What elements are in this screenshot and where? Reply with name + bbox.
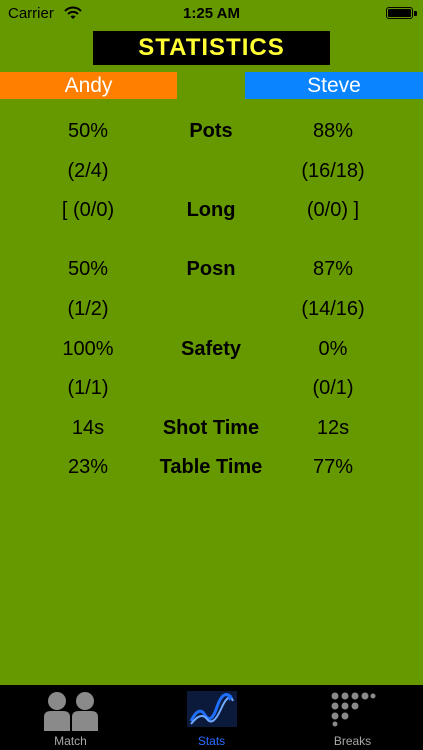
tab-match[interactable]: Match xyxy=(0,685,141,750)
stat-row-safety: 100% Safety 0% xyxy=(0,335,423,363)
stat-right-value: (0/0) ] xyxy=(306,199,360,221)
stat-right-value: 12s xyxy=(316,417,350,439)
stat-label: Posn xyxy=(186,258,236,280)
stat-right-value: 77% xyxy=(312,456,354,478)
tab-label: Match xyxy=(54,734,87,748)
stat-row-pots: 50% Pots 88% xyxy=(0,117,423,145)
stat-label: Shot Time xyxy=(162,417,260,439)
stat-right-value: (16/18) xyxy=(301,160,365,182)
status-time: 1:25 AM xyxy=(183,5,240,22)
stat-row-pots-count: (2/4) (16/18) xyxy=(0,157,423,185)
stat-left-value: 50% xyxy=(67,120,109,142)
tab-label: Breaks xyxy=(333,734,372,748)
stat-label: Pots xyxy=(189,120,233,142)
stat-row-long: [ (0/0) Long (0/0) ] xyxy=(0,196,423,224)
stat-label: Table Time xyxy=(159,456,263,478)
stat-row-posn: 50% Posn 87% xyxy=(0,255,423,283)
stat-left-value: 14s xyxy=(71,417,105,439)
grid-icon xyxy=(331,692,375,727)
chart-icon xyxy=(186,691,237,727)
tab-breaks[interactable]: Breaks xyxy=(282,685,423,750)
stat-right-value: 87% xyxy=(312,258,354,280)
stat-left-value: (1/2) xyxy=(67,298,109,320)
stat-row-table-time: 23% Table Time 77% xyxy=(0,453,423,481)
page-title: STATISTICS xyxy=(93,31,330,65)
player-left-name: Andy xyxy=(0,72,177,99)
stat-right-value: (0/1) xyxy=(312,377,354,399)
tab-label: Stats xyxy=(197,734,226,748)
stat-left-value: 50% xyxy=(67,258,109,280)
stat-left-value: (2/4) xyxy=(67,160,109,182)
stat-left-value: [ (0/0) xyxy=(61,199,115,221)
tab-bar: Match Stats Breaks xyxy=(0,685,423,750)
players-icon xyxy=(43,692,98,731)
battery-tip xyxy=(414,11,417,16)
stat-label: Long xyxy=(186,199,236,221)
tab-stats[interactable]: Stats xyxy=(141,685,282,750)
stat-left-value: (1/1) xyxy=(67,377,109,399)
stat-row-posn-count: (1/2) (14/16) xyxy=(0,295,423,323)
battery-icon xyxy=(386,7,413,19)
player-right-name: Steve xyxy=(245,72,423,99)
stat-right-value: 0% xyxy=(318,338,348,360)
stat-left-value: 23% xyxy=(67,456,109,478)
stat-right-value: 88% xyxy=(312,120,354,142)
stat-row-safety-count: (1/1) (0/1) xyxy=(0,374,423,402)
stat-left-value: 100% xyxy=(62,338,114,360)
stat-label: Safety xyxy=(180,338,242,360)
stat-row-shot-time: 14s Shot Time 12s xyxy=(0,414,423,442)
stat-right-value: (14/16) xyxy=(301,298,365,320)
status-bar: Carrier 1:25 AM xyxy=(0,0,423,28)
